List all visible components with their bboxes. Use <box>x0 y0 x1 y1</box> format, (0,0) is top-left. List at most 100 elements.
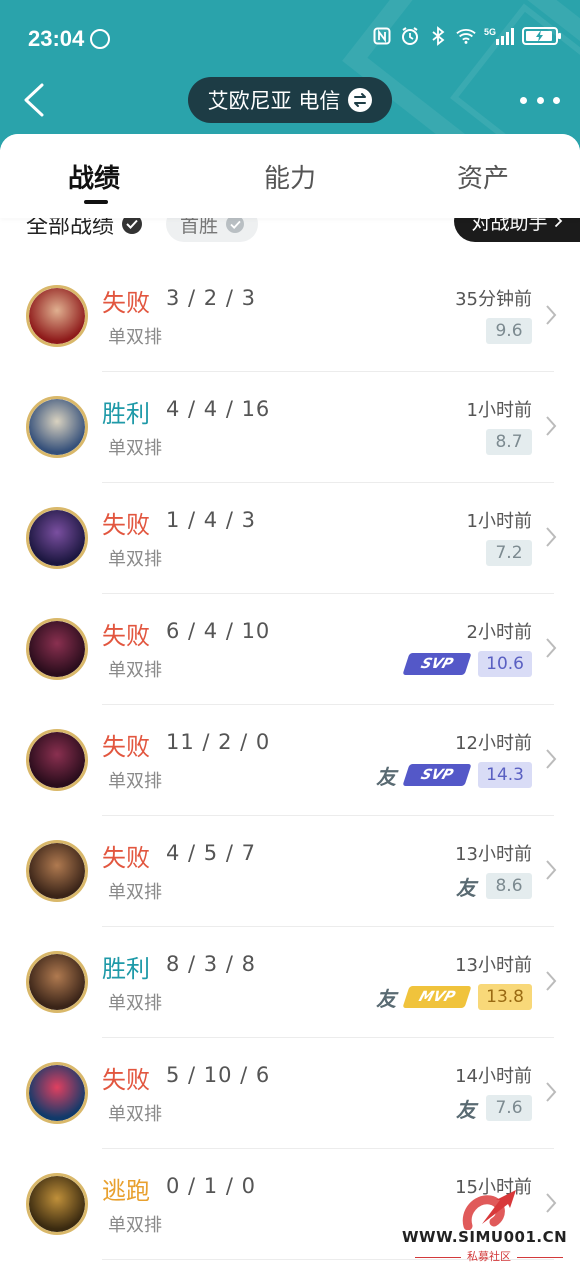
match-mode: 单双排 <box>108 1104 162 1125</box>
match-row[interactable]: 失败 6 / 4 / 10 单双排 2小时前 SVP 10.6 <box>0 594 580 705</box>
bluetooth-icon <box>428 26 448 46</box>
match-score: 8.7 <box>486 429 532 455</box>
chevron-right-icon <box>546 860 557 880</box>
match-score: 8.6 <box>486 873 532 899</box>
watermark-logo-icon <box>462 1190 516 1230</box>
champion-avatar <box>26 729 88 791</box>
champion-avatar <box>26 618 88 680</box>
svp-badge: SVP <box>402 653 472 675</box>
chevron-right-icon <box>546 638 557 658</box>
match-badges: SVP 10.6 <box>402 651 532 677</box>
swap-icon <box>348 88 373 112</box>
tab-record[interactable]: 战绩 <box>68 158 120 195</box>
more-dots-icon <box>553 96 560 104</box>
match-badges: 9.6 <box>486 318 532 344</box>
match-mode: 单双排 <box>108 1215 162 1236</box>
match-result: 失败 <box>102 622 150 650</box>
match-mode: 单双排 <box>108 660 162 681</box>
match-result: 失败 <box>102 511 150 539</box>
watermark-url: WWW.SIMU001.CN <box>402 1228 568 1246</box>
match-result: 胜利 <box>102 400 150 428</box>
match-badges: 8.7 <box>486 429 532 455</box>
nfc-icon <box>372 26 392 46</box>
match-badges: 友 7.6 <box>456 1095 532 1122</box>
match-mode: 单双排 <box>108 549 162 570</box>
match-kda: 6 / 4 / 10 <box>166 619 271 643</box>
match-row[interactable]: 胜利 8 / 3 / 8 单双排 13小时前友 MVP 13.8 <box>0 927 580 1038</box>
match-result: 逃跑 <box>102 1177 150 1205</box>
champion-avatar <box>26 396 88 458</box>
main-card: 战绩 能力 资产 全部战绩 首胜 对战助手 失败 3 / 2 / 3 单双排 35分钟… <box>0 134 580 1269</box>
chevron-left-icon <box>24 83 44 117</box>
mvp-badge: MVP <box>402 986 472 1008</box>
chevron-right-icon <box>546 305 557 325</box>
match-result: 胜利 <box>102 955 150 983</box>
back-button[interactable] <box>22 82 54 118</box>
match-time: 1小时前 <box>466 511 532 532</box>
more-options-button[interactable] <box>520 86 560 114</box>
match-time: 13小时前 <box>455 844 532 865</box>
status-icons: 5G <box>372 26 561 46</box>
watermark: WWW.SIMU001.CN 私募社区 <box>402 1186 576 1264</box>
app-header: 23:04 5G 艾欧尼亚 电信 <box>0 0 580 150</box>
match-row[interactable]: 失败 1 / 4 / 3 单双排 1小时前 7.2 <box>0 483 580 594</box>
match-mode: 单双排 <box>108 327 162 348</box>
match-badges: 7.2 <box>486 540 532 566</box>
match-time: 1小时前 <box>466 400 532 421</box>
teammate-badge: 友 <box>456 1097 476 1122</box>
watermark-subtitle-text: 私募社区 <box>467 1250 511 1263</box>
match-row[interactable]: 失败 4 / 5 / 7 单双排 13小时前友 8.6 <box>0 816 580 927</box>
champion-avatar <box>26 1173 88 1235</box>
svp-badge: SVP <box>402 764 472 786</box>
more-dots-icon <box>536 96 544 104</box>
chevron-right-icon <box>546 527 557 547</box>
battery-charging-icon <box>522 27 561 45</box>
match-score: 9.6 <box>486 318 532 344</box>
match-kda: 11 / 2 / 0 <box>166 730 271 754</box>
match-kda: 1 / 4 / 3 <box>166 508 256 532</box>
match-kda: 4 / 4 / 16 <box>166 397 271 421</box>
match-row[interactable]: 失败 11 / 2 / 0 单双排 12小时前友 SVP 14.3 <box>0 705 580 816</box>
match-list: 失败 3 / 2 / 3 单双排 35分钟前 9.6 胜利 4 / 4 / 16 单双排 1小时… <box>0 261 580 1260</box>
match-row[interactable]: 失败 5 / 10 / 6 单双排 14小时前友 7.6 <box>0 1038 580 1149</box>
status-time: 23:04 <box>28 26 85 51</box>
watermark-subtitle: 私募社区 <box>402 1248 576 1264</box>
match-mode: 单双排 <box>108 438 162 459</box>
status-bar: 23:04 5G <box>0 0 580 80</box>
hand-icon <box>90 29 110 49</box>
chevron-right-icon <box>546 749 557 769</box>
match-mode: 单双排 <box>108 771 162 792</box>
match-mode: 单双排 <box>108 993 162 1014</box>
champion-avatar <box>26 840 88 902</box>
tab-ability[interactable]: 能力 <box>264 158 316 195</box>
match-row[interactable]: 失败 3 / 2 / 3 单双排 35分钟前 9.6 <box>0 261 580 372</box>
match-score: 7.6 <box>486 1095 532 1121</box>
tab-assets[interactable]: 资产 <box>457 158 509 195</box>
champion-avatar <box>26 285 88 347</box>
match-kda: 0 / 1 / 0 <box>166 1174 256 1198</box>
champion-avatar <box>26 507 88 569</box>
server-name: 艾欧尼亚 电信 <box>207 89 341 113</box>
chevron-right-icon <box>546 416 557 436</box>
champion-avatar <box>26 1062 88 1124</box>
match-score: 13.8 <box>478 984 532 1010</box>
match-score: 10.6 <box>478 651 532 677</box>
server-switch-button[interactable]: 艾欧尼亚 电信 <box>188 77 392 123</box>
match-time: 2小时前 <box>466 622 532 643</box>
match-score: 7.2 <box>486 540 532 566</box>
teammate-badge: 友 <box>376 764 397 789</box>
match-result: 失败 <box>102 733 150 761</box>
tab-active-indicator <box>84 200 108 204</box>
nav-bar: 艾欧尼亚 电信 <box>0 76 580 124</box>
tab-bar: 战绩 能力 资产 <box>0 134 580 218</box>
match-kda: 5 / 10 / 6 <box>166 1063 271 1087</box>
wifi-icon <box>456 26 476 46</box>
match-kda: 3 / 2 / 3 <box>166 286 256 310</box>
teammate-badge: 友 <box>456 875 476 900</box>
chevron-right-icon <box>546 971 557 991</box>
match-result: 失败 <box>102 1066 150 1094</box>
match-mode: 单双排 <box>108 882 162 903</box>
match-badges: 友 8.6 <box>456 873 532 900</box>
match-row[interactable]: 胜利 4 / 4 / 16 单双排 1小时前 8.7 <box>0 372 580 483</box>
match-badges: 友 MVP 13.8 <box>376 984 532 1011</box>
